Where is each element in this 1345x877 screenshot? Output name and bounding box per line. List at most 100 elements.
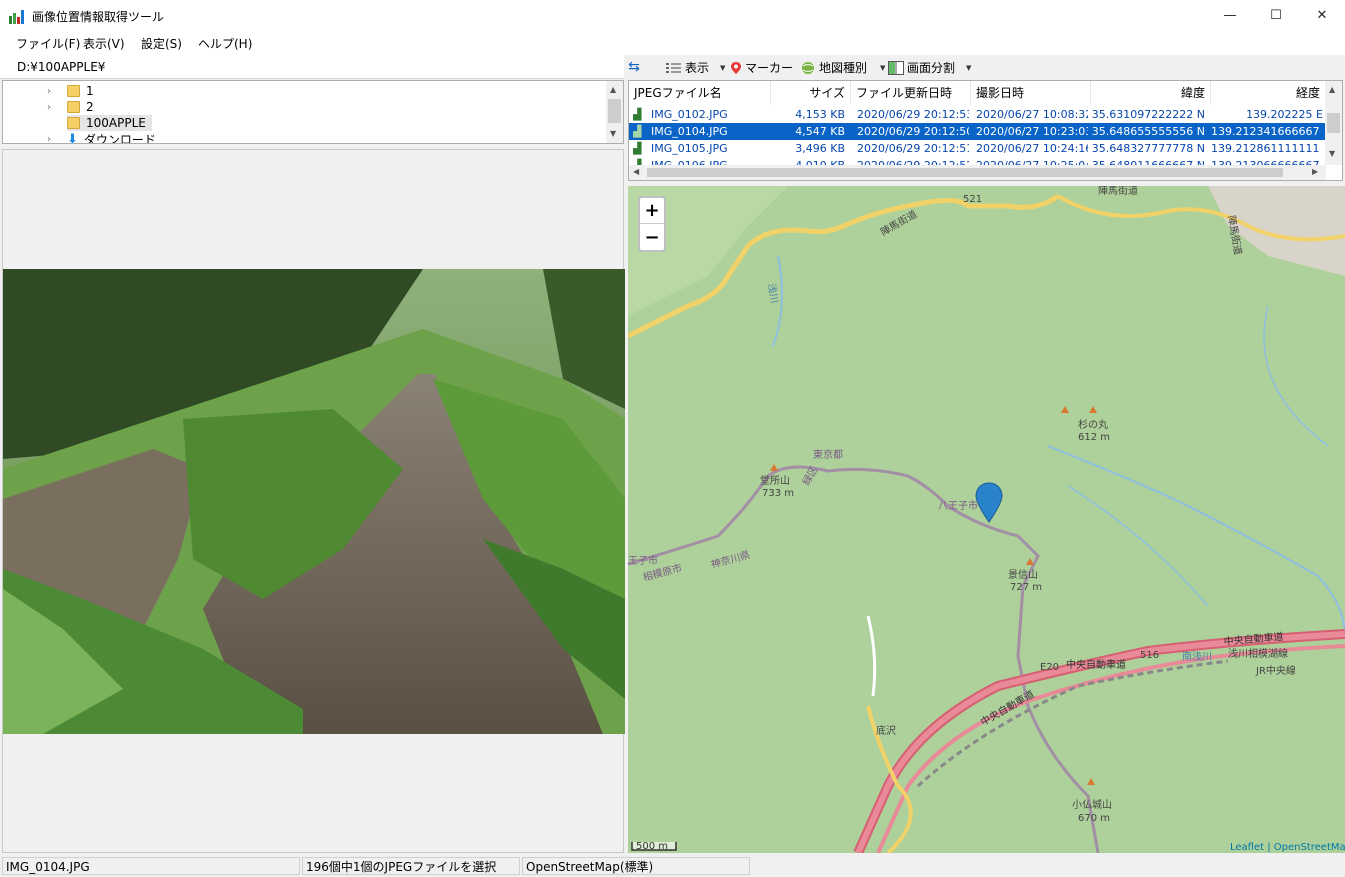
maptype-label: 地図種別 bbox=[819, 61, 868, 75]
menu-view[interactable]: 表示(V) bbox=[83, 35, 125, 52]
file-list[interactable]: JPEGファイル名 サイズ ファイル更新日時 撮影日時 緯度 経度 ▟ IMG_… bbox=[628, 80, 1343, 181]
cell-modified: 2020/06/29 20:12:50 bbox=[857, 125, 969, 138]
boundary-label: 八王子市 bbox=[938, 499, 978, 512]
cell-taken: 2020/06/27 10:08:32 bbox=[976, 108, 1088, 121]
sync-icon: ⇆ bbox=[628, 59, 640, 75]
column-header-lon[interactable]: 経度 bbox=[1211, 81, 1326, 105]
tree-item-label: 1 bbox=[86, 84, 94, 98]
cell-lon: 139.212861111111 E bbox=[1211, 142, 1323, 155]
scroll-up-icon[interactable]: ▲ bbox=[610, 85, 616, 94]
maptype-dropdown[interactable]: 地図種別 ▼ bbox=[800, 59, 885, 76]
cell-taken: 2020/06/27 10:25:04 bbox=[976, 157, 1088, 165]
map-canvas[interactable]: 521 陣馬街道 陣馬街道 陣馬街道 浅川 杉の丸 612 m 堂所山 733 … bbox=[628, 186, 1345, 853]
boundary-label: 王子市 bbox=[628, 554, 658, 567]
download-icon: ⬇ bbox=[67, 131, 78, 144]
cell-taken: 2020/06/27 10:23:03 bbox=[976, 125, 1088, 138]
view-dropdown[interactable]: 表示 ▼ bbox=[666, 59, 725, 76]
menu-file[interactable]: ファイル(F) bbox=[16, 35, 80, 52]
title-bar: 画像位置情報取得ツール — ☐ ✕ bbox=[0, 0, 1345, 31]
scroll-left-icon[interactable]: ◀ bbox=[633, 167, 639, 176]
filelist-hscrollbar[interactable]: ◀ ▶ bbox=[629, 165, 1326, 180]
image-preview-pane bbox=[2, 149, 625, 853]
chevron-down-icon: ▼ bbox=[720, 63, 726, 72]
close-icon: ✕ bbox=[1316, 8, 1328, 23]
cell-lon: 139.202225 E bbox=[1246, 108, 1323, 121]
scroll-thumb[interactable] bbox=[647, 168, 1283, 177]
globe-map-icon bbox=[802, 61, 814, 74]
scroll-thumb[interactable] bbox=[608, 99, 621, 123]
cell-size: 4,010 KB bbox=[771, 157, 845, 165]
folder-tree[interactable]: › 1 › 2 100APPLE › ⬇ ダウンロード ▲ ▼ bbox=[2, 80, 624, 144]
table-row[interactable]: ▟ IMG_0105.JPG 3,496 KB 2020/06/29 20:12… bbox=[629, 140, 1326, 157]
tree-item[interactable]: › 2 bbox=[47, 99, 94, 115]
zoom-out-button[interactable]: − bbox=[640, 224, 664, 250]
status-selection: 196個中1個のJPEGファイルを選択 bbox=[302, 857, 520, 875]
expand-icon[interactable]: › bbox=[47, 86, 51, 97]
menu-help[interactable]: ヘルプ(H) bbox=[198, 35, 252, 52]
attribution-link[interactable]: Leaflet | OpenStreetMap bbox=[1230, 842, 1345, 853]
column-header-size[interactable]: サイズ bbox=[771, 81, 851, 105]
expand-icon[interactable]: › bbox=[47, 102, 51, 113]
column-header-name[interactable]: JPEGファイル名 bbox=[629, 81, 771, 105]
path-text: D:¥100APPLE¥ bbox=[17, 60, 106, 74]
image-file-icon: ▟ bbox=[633, 142, 642, 155]
sync-button[interactable]: ⇆ bbox=[624, 57, 644, 77]
cell-name: IMG_0104.JPG bbox=[651, 125, 728, 138]
tree-item[interactable]: › ⬇ ダウンロード bbox=[47, 131, 156, 144]
table-row-selected[interactable]: ▟ IMG_0104.JPG 4,547 KB 2020/06/29 20:12… bbox=[629, 123, 1326, 140]
marker-dropdown[interactable]: マーカー ▼ bbox=[730, 59, 807, 76]
route-shield-521: 521 bbox=[963, 194, 982, 205]
cell-modified: 2020/06/29 20:12:53 bbox=[857, 108, 969, 121]
filelist-vscrollbar[interactable]: ▲ ▼ bbox=[1325, 81, 1342, 165]
scroll-right-icon[interactable]: ▶ bbox=[1312, 167, 1318, 176]
scroll-down-icon[interactable]: ▼ bbox=[1329, 149, 1335, 158]
view-label: 表示 bbox=[685, 61, 710, 75]
zoom-in-button[interactable]: + bbox=[640, 198, 664, 224]
peak-label: 杉の丸 bbox=[1078, 418, 1108, 431]
tree-scrollbar[interactable]: ▲ ▼ bbox=[606, 81, 623, 143]
split-dropdown[interactable]: 画面分割 ▼ bbox=[888, 59, 971, 76]
expand-icon[interactable]: › bbox=[47, 134, 51, 144]
column-header-taken[interactable]: 撮影日時 bbox=[971, 81, 1091, 105]
close-button[interactable]: ✕ bbox=[1299, 0, 1345, 31]
map-view[interactable]: 521 陣馬街道 陣馬街道 陣馬街道 浅川 杉の丸 612 m 堂所山 733 … bbox=[628, 186, 1345, 853]
chevron-down-icon: ▼ bbox=[966, 63, 972, 72]
cell-name: IMG_0102.JPG bbox=[651, 108, 728, 121]
cell-modified: 2020/06/29 20:12:51 bbox=[857, 142, 969, 155]
tree-item-selected[interactable]: 100APPLE bbox=[67, 115, 152, 131]
scale-label: 500 m bbox=[636, 841, 668, 852]
minimize-icon: — bbox=[1223, 8, 1237, 23]
split-screen-icon bbox=[888, 60, 904, 75]
window-title: 画像位置情報取得ツール bbox=[32, 10, 165, 24]
peak-elevation: 670 m bbox=[1078, 813, 1110, 824]
folder-icon bbox=[67, 101, 80, 113]
minimize-button[interactable]: — bbox=[1207, 0, 1253, 31]
folder-icon bbox=[67, 117, 80, 129]
road-label: 陣馬街道 bbox=[1098, 186, 1138, 197]
table-row[interactable]: ▟ IMG_0106.JPG 4,010 KB 2020/06/29 20:12… bbox=[629, 157, 1326, 165]
cell-lon: 139.213066666667 E bbox=[1211, 157, 1323, 165]
split-label: 画面分割 bbox=[907, 61, 956, 75]
path-bar[interactable]: D:¥100APPLE¥ bbox=[0, 55, 624, 79]
river-label: 南浅川 bbox=[1182, 650, 1212, 663]
peak-elevation: 727 m bbox=[1010, 582, 1042, 593]
cell-name: IMG_0105.JPG bbox=[651, 142, 728, 155]
cell-lat: 35.631097222222 N bbox=[1091, 108, 1205, 121]
maximize-icon: ☐ bbox=[1270, 8, 1282, 23]
column-header-lat[interactable]: 緯度 bbox=[1091, 81, 1211, 105]
peak-elevation: 733 m bbox=[762, 488, 794, 499]
folder-icon bbox=[67, 85, 80, 97]
menu-settings[interactable]: 設定(S) bbox=[141, 35, 182, 52]
tree-item[interactable]: › 1 bbox=[47, 83, 94, 99]
scroll-thumb[interactable] bbox=[1327, 113, 1340, 133]
maximize-button[interactable]: ☐ bbox=[1253, 0, 1299, 31]
table-row[interactable]: ▟ IMG_0102.JPG 4,153 KB 2020/06/29 20:12… bbox=[629, 106, 1326, 123]
scroll-up-icon[interactable]: ▲ bbox=[1329, 85, 1335, 94]
column-header-modified[interactable]: ファイル更新日時 bbox=[851, 81, 971, 105]
tree-item-label: ダウンロード bbox=[83, 132, 156, 144]
tree-item-label: 2 bbox=[86, 100, 94, 114]
image-file-icon: ▟ bbox=[633, 108, 642, 121]
scroll-down-icon[interactable]: ▼ bbox=[610, 129, 616, 138]
cell-lat: 35.648327777778 N bbox=[1091, 142, 1205, 155]
marker-icon bbox=[731, 61, 741, 74]
